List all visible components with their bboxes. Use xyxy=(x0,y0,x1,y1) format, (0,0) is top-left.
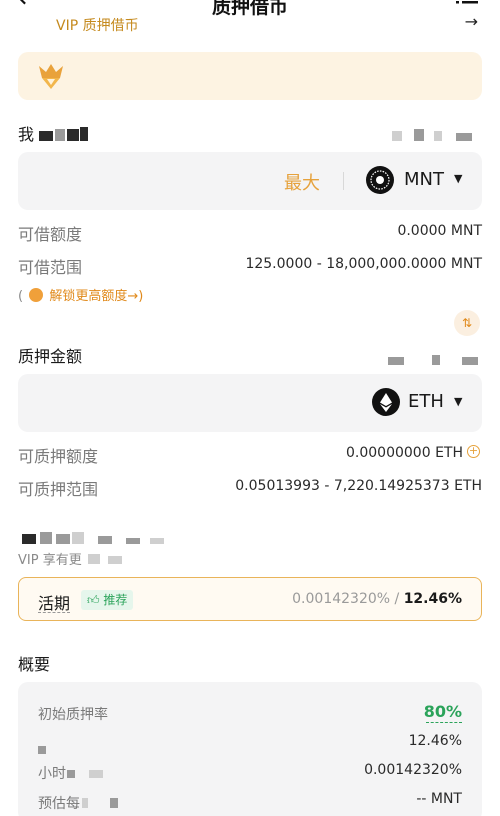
crown-fox-icon xyxy=(36,62,66,94)
redacted-label xyxy=(39,126,88,145)
overview-row-label: 小时 xyxy=(38,763,103,783)
initial-ltv-value[interactable]: 80% xyxy=(424,702,462,721)
overview-row-label: 初始质押率 xyxy=(38,707,108,723)
swap-icon[interactable]: ⇅ xyxy=(454,310,480,336)
borrow-range-label: 可借范围 xyxy=(18,258,83,277)
collateral-range-value: 0.05013993 - 7,220.14925373 ETH xyxy=(235,478,482,494)
list-icon xyxy=(456,1,478,4)
divider xyxy=(343,172,344,190)
mnt-coin-icon xyxy=(366,166,394,198)
tip-arrow: →) xyxy=(127,289,144,304)
collateral-coin-selector[interactable]: ETH xyxy=(408,391,444,412)
tip-paren: ( xyxy=(18,289,24,304)
unlock-limit-tip[interactable]: ( 解锁更高额度→) xyxy=(18,285,143,304)
borrow-coin-selector[interactable]: MNT xyxy=(404,169,444,190)
caret-down-icon[interactable]: ▼ xyxy=(454,172,462,185)
max-button[interactable]: 最大 xyxy=(284,169,320,195)
borrow-range-value: 125.0000 - 18,000,000.0000 MNT xyxy=(245,256,482,272)
overview-row-label-text: 小时 xyxy=(38,766,66,782)
plus-circle-icon[interactable]: + xyxy=(467,445,480,458)
overview-row-value: 12.46% xyxy=(408,733,462,749)
redacted-balance xyxy=(392,126,472,145)
unlock-link[interactable]: 解锁更高额度 xyxy=(49,289,127,304)
overview-row-label-text: 预估每 xyxy=(38,796,80,812)
redacted-collateral-balance xyxy=(388,350,478,369)
collateral-available-value: 0.00000000 ETH xyxy=(346,445,463,461)
dashed-underline xyxy=(426,722,462,723)
dashed-underline xyxy=(38,612,70,613)
vip-banner-text: VIP 质押借币 xyxy=(56,18,139,34)
overview-row-label: 预估每 xyxy=(38,793,118,813)
borrow-available-value: 0.0000 MNT xyxy=(397,223,482,239)
term-label: 活期 xyxy=(38,594,71,613)
vip-note: VIP 享有更 xyxy=(18,549,122,568)
vip-note-partial: 更 xyxy=(68,553,82,568)
collateral-available-label: 可质押额度 xyxy=(18,447,99,466)
redacted-row-label xyxy=(38,739,46,758)
arrow-right-icon: → xyxy=(464,12,478,31)
annual-rate: 12.46% xyxy=(403,591,462,607)
overview-title: 概要 xyxy=(18,655,51,674)
overview-row-value: 0.00142320% xyxy=(364,762,462,778)
vip-banner[interactable] xyxy=(18,52,482,100)
thumbs-up-icon: 👍︎ xyxy=(87,593,100,607)
recommended-badge: 👍︎ 推荐 xyxy=(81,590,134,610)
rate-separator: / xyxy=(390,591,404,607)
term-rates: 0.00142320% / 12.46% xyxy=(292,591,462,607)
overview-row-value: -- MNT xyxy=(416,791,462,807)
redacted-section-title xyxy=(22,529,164,548)
recommended-badge-text: 推荐 xyxy=(103,593,128,607)
gift-icon xyxy=(29,288,44,302)
collateral-range-label: 可质押范围 xyxy=(18,480,99,499)
collateral-label: 质押金额 xyxy=(18,347,83,366)
hourly-rate: 0.00142320% xyxy=(292,591,391,607)
eth-coin-icon xyxy=(372,388,400,420)
borrow-available-label: 可借额度 xyxy=(18,225,83,244)
vip-note-prefix: VIP 享有 xyxy=(18,553,69,568)
caret-down-icon[interactable]: ▼ xyxy=(454,395,462,408)
borrow-label: 我 xyxy=(18,125,35,144)
